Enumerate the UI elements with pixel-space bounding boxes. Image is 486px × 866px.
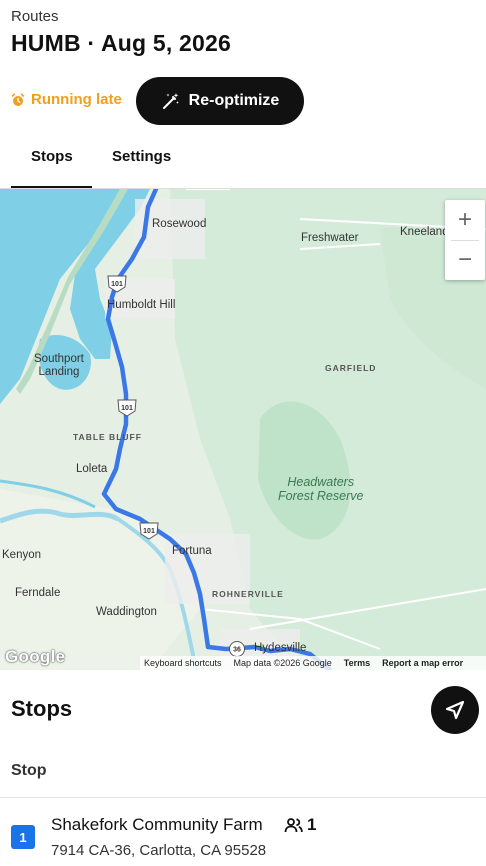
shield-36-text: 36: [233, 647, 241, 654]
route-map[interactable]: Rosewood Freshwater Kneeland Humboldt Hi…: [0, 189, 486, 670]
map-label-rosewood: Rosewood: [152, 218, 207, 230]
people-count-value: 1: [307, 815, 317, 834]
map-label-freshwater: Freshwater: [301, 232, 359, 244]
map-label-southport-landing: Southport Landing: [34, 353, 84, 378]
shield-101-c-text: 101: [143, 528, 155, 535]
shield-101-a-text: 101: [111, 281, 123, 288]
shield-101-b-text: 101: [121, 405, 133, 412]
stop-row[interactable]: 1 Shakefork Community Farm 1 7914 CA-36,…: [0, 798, 486, 866]
running-late-badge: Running late: [11, 91, 122, 108]
status-row: Running late Re-optimize: [11, 77, 311, 125]
stops-section-title: Stops: [11, 696, 73, 721]
keyboard-shortcuts-link[interactable]: Keyboard shortcuts: [144, 658, 222, 668]
zoom-control: + −: [445, 200, 485, 280]
map-label-rohnerville: ROHNERVILLE: [212, 589, 284, 599]
map-label-kneeland: Kneeland: [400, 226, 449, 238]
tab-settings[interactable]: Settings: [112, 148, 171, 165]
map-label-fortuna: Fortuna: [172, 545, 212, 557]
stop-name: Shakefork Community Farm: [51, 815, 263, 834]
page-title: HUMB · Aug 5, 2026: [11, 30, 232, 56]
map-label-kenyon: Kenyon: [2, 549, 42, 561]
map-label-table-bluff: TABLE BLUFF: [73, 432, 142, 442]
zoom-out-button[interactable]: −: [445, 240, 485, 280]
map-attribution-bar: Keyboard shortcuts Map data ©2026 Google…: [140, 656, 486, 670]
alarm-clock-icon: [11, 92, 25, 106]
people-icon: [284, 818, 303, 833]
zoom-in-button[interactable]: +: [445, 200, 485, 240]
map-data-attribution: Map data ©2026 Google: [233, 658, 332, 668]
tab-bar: Stops Settings: [0, 136, 486, 189]
stop-column-header[interactable]: Stop: [11, 762, 47, 780]
highway-shield-101-c: 101: [139, 522, 159, 540]
tab-stops[interactable]: Stops: [31, 148, 73, 165]
magic-wand-icon: [162, 93, 179, 109]
report-map-error-link[interactable]: Report a map error: [382, 658, 463, 668]
breadcrumb[interactable]: Routes: [11, 8, 59, 25]
terms-link[interactable]: Terms: [344, 658, 370, 668]
map-label-ferndale: Ferndale: [15, 587, 61, 599]
map-label-humboldt-hill: Humboldt Hill: [107, 299, 176, 311]
map-label-hydesville: Hydesville: [254, 642, 307, 654]
stop-number-badge: 1: [11, 825, 35, 849]
running-late-label: Running late: [31, 91, 122, 108]
highway-shield-101-b: 101: [117, 399, 137, 417]
navigate-button[interactable]: [431, 686, 479, 734]
map-label-headwaters: Headwaters Forest Reserve: [278, 475, 364, 503]
reoptimize-button[interactable]: Re-optimize: [136, 77, 304, 125]
map-label-waddington: Waddington: [96, 606, 157, 618]
map-label-loleta: Loleta: [76, 463, 108, 475]
stop-people-count: 1: [284, 815, 316, 835]
google-logo[interactable]: Google: [5, 647, 65, 667]
stop-address: 7914 CA-36, Carlotta, CA 95528: [51, 842, 267, 859]
map-label-garfield: GARFIELD: [325, 363, 377, 373]
reoptimize-label: Re-optimize: [188, 92, 280, 109]
highway-shield-101-a: 101: [107, 275, 127, 293]
navigation-arrow-icon: [445, 700, 465, 720]
